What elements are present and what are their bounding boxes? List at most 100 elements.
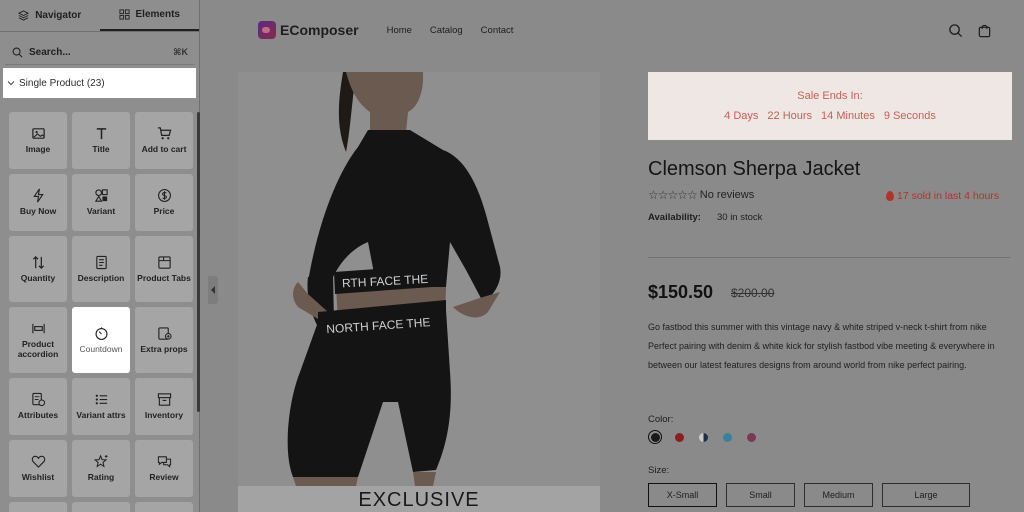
size-x-small[interactable]: X-Small (648, 483, 717, 507)
logo-bag-icon (258, 21, 276, 39)
element-label: Wishlist (21, 472, 55, 483)
group-label: Single Product (23) (19, 77, 105, 89)
element-rating[interactable]: Rating (72, 440, 130, 497)
swatch-fill (650, 432, 660, 442)
bag-icon[interactable] (977, 23, 992, 38)
size-label: Size: (648, 465, 670, 476)
swatch-fill (698, 432, 708, 442)
availability-label: Availability: (648, 212, 701, 223)
element-quantity[interactable]: Quantity (9, 236, 67, 302)
store-header: EComposer Home Catalog Contact (258, 16, 998, 44)
availability-value: 30 in stock (716, 212, 763, 223)
element-label: Attributes (17, 410, 59, 421)
element-image[interactable]: Image (9, 112, 67, 169)
tab-navigator-label: Navigator (35, 10, 82, 21)
color-swatch[interactable] (720, 430, 734, 444)
size-large[interactable]: Large (882, 483, 970, 507)
elements-panel: Navigator Elements Search... ⌘K Single P… (0, 0, 200, 512)
element-more[interactable] (135, 502, 193, 512)
dollar-icon (157, 189, 171, 203)
header-icons (948, 23, 992, 38)
cart-icon (157, 127, 171, 140)
tab-elements[interactable]: Elements (99, 0, 199, 31)
element-buy-now[interactable]: Buy Now (9, 174, 67, 231)
sale-title: Sale Ends In: (797, 90, 863, 102)
size-options: X-Small Small Medium Large (648, 483, 970, 507)
color-swatch[interactable] (672, 430, 686, 444)
nav-home[interactable]: Home (387, 25, 412, 36)
element-label: Rating (87, 472, 115, 483)
element-wishlist[interactable]: Wishlist (9, 440, 67, 497)
sort-icon (32, 255, 44, 269)
nav-catalog[interactable]: Catalog (430, 25, 463, 36)
nav-contact[interactable]: Contact (481, 25, 514, 36)
element-search-input[interactable]: Search... ⌘K (5, 41, 195, 65)
product-title: Clemson Sherpa Jacket (648, 158, 861, 180)
rating-stars-icon: ☆☆☆☆☆ (648, 188, 698, 202)
variant-icon (94, 189, 108, 202)
search-shortcut: ⌘K (173, 47, 188, 57)
element-label: Description (77, 272, 125, 283)
image-banner: EXCLUSIVE (238, 486, 600, 512)
element-label: Price (153, 206, 175, 217)
element-product-accordion[interactable]: Product accordion (9, 307, 67, 373)
element-label: Variant (86, 206, 116, 217)
element-review[interactable]: Review (135, 440, 193, 497)
element-label: Quantity (20, 272, 56, 283)
document-icon (95, 255, 107, 269)
review-count: No reviews (699, 189, 755, 201)
countdown-minutes: 14 Minutes (821, 110, 875, 122)
element-label: Title (92, 144, 110, 155)
accordion-icon (31, 323, 45, 333)
archive-icon (157, 393, 171, 406)
store-logo[interactable]: EComposer (258, 21, 359, 39)
countdown-seconds: 9 Seconds (883, 110, 936, 122)
color-swatch[interactable] (744, 430, 758, 444)
extra-props-icon (157, 326, 172, 340)
chevron-left-icon (211, 286, 215, 294)
element-variant[interactable]: Variant (72, 174, 130, 231)
element-title[interactable]: Title (72, 112, 130, 169)
product-image[interactable]: RTH FACE THE NORTH FACE THE EXCLUSIVE (238, 72, 600, 512)
panel-tabs: Navigator Elements (0, 0, 199, 32)
timer-icon (94, 327, 108, 340)
color-swatch[interactable] (648, 430, 662, 444)
product-rating[interactable]: ☆☆☆☆☆ No reviews (648, 188, 754, 202)
element-product-tabs[interactable]: Product Tabs (135, 236, 193, 302)
flame-icon (886, 191, 894, 201)
element-inventory[interactable]: Inventory (135, 378, 193, 435)
title-icon (96, 128, 106, 140)
element-label: Extra props (140, 343, 188, 354)
element-add-to-cart[interactable]: Add to cart (135, 112, 193, 169)
sold-counter: 17 sold in last 4 hours (886, 190, 999, 202)
element-more[interactable] (9, 502, 67, 512)
tab-elements-label: Elements (135, 9, 180, 20)
element-more[interactable] (72, 502, 130, 512)
element-attributes[interactable]: Attributes (9, 378, 67, 435)
color-swatch[interactable] (696, 430, 710, 444)
swatch-fill (674, 432, 684, 442)
search-icon[interactable] (948, 23, 963, 38)
element-label: Add to cart (141, 144, 187, 155)
size-small[interactable]: Small (726, 483, 795, 507)
single-product-group-header[interactable]: Single Product (23) (3, 68, 196, 98)
image-icon (31, 128, 45, 139)
countdown-timer: 4 Days 22 Hours 14 Minutes 9 Seconds (724, 110, 936, 122)
divider (648, 257, 1010, 258)
element-countdown[interactable]: Countdown (72, 307, 130, 373)
element-label: Product accordion (17, 338, 59, 359)
element-description[interactable]: Description (72, 236, 130, 302)
collapse-panel-handle[interactable] (208, 276, 218, 304)
color-label: Color: (648, 414, 674, 425)
grid-icon (118, 9, 130, 20)
element-extra-props[interactable]: Extra props (135, 307, 193, 373)
list-icon (95, 394, 107, 405)
element-label: Variant attrs (76, 410, 126, 421)
element-variant-attrs[interactable]: Variant attrs (72, 378, 130, 435)
size-medium[interactable]: Medium (804, 483, 873, 507)
tab-navigator[interactable]: Navigator (0, 0, 100, 31)
chevron-down-icon (7, 81, 15, 86)
element-price[interactable]: Price (135, 174, 193, 231)
lightning-icon (32, 188, 44, 203)
attributes-icon (31, 392, 45, 407)
